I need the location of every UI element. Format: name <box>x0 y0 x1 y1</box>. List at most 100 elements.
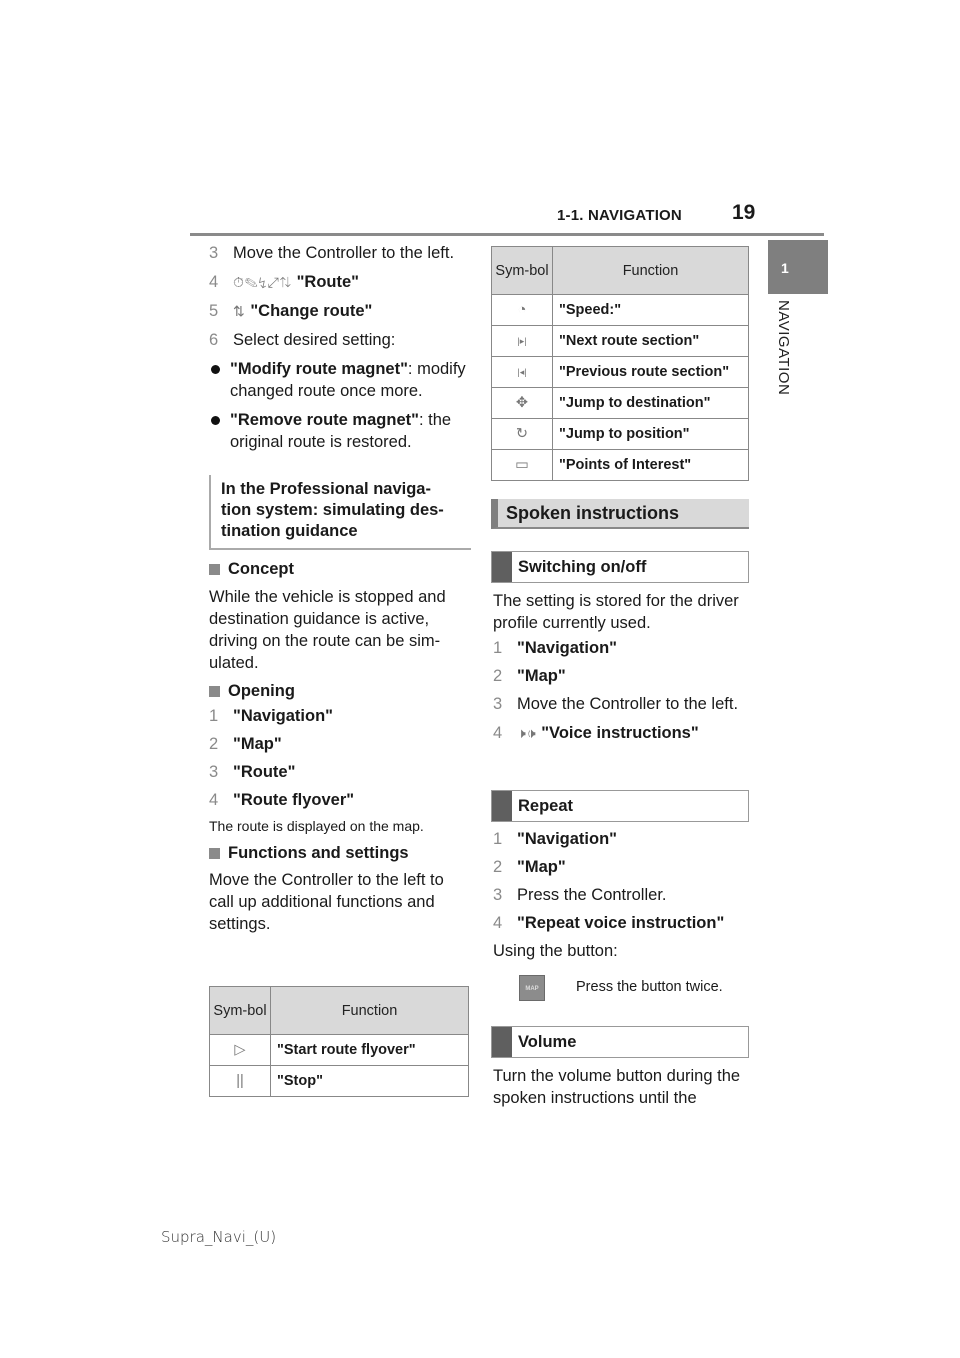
subheading-text: Functions and settings <box>228 844 409 862</box>
step: 2 "Map" <box>493 665 755 687</box>
step-label: "Repeat voice instruction" <box>517 914 725 932</box>
step-number: 2 <box>209 735 219 753</box>
step: 4 ⏱✎↯⤢⇅ "Route" <box>209 271 471 293</box>
function-cell: "Speed:" <box>552 294 749 326</box>
heading-text: Volume <box>518 1033 577 1051</box>
subheading-concept: Concept <box>209 558 471 580</box>
step-label: "Map" <box>517 667 566 685</box>
chapter-tab: 1 <box>768 240 828 294</box>
heading-text: Switching on/off <box>518 558 647 576</box>
step-number: 6 <box>209 331 219 349</box>
square-bullet-icon <box>209 685 220 697</box>
step-number: 2 <box>493 667 503 685</box>
step: 1 "Navigation" <box>493 637 755 659</box>
map-button-icon: MAP <box>519 975 545 1001</box>
repeat-section: 1 "Navigation" 2 "Map" 3 Press the Controll… <box>493 828 755 962</box>
bullet-item: "Modify route magnet": modify changed ro… <box>209 358 471 402</box>
step: 3 "Route" <box>209 761 471 783</box>
step: 6 Select desired setting: <box>209 329 471 351</box>
step-label: "Route" <box>233 763 296 781</box>
step-number: 1 <box>209 707 219 725</box>
step: 3 Press the Controller. <box>493 884 755 906</box>
play-outline-icon: ▷ <box>209 1034 271 1066</box>
jump-position-icon: ↻ <box>491 418 553 450</box>
step-number: 5 <box>209 302 219 320</box>
points-of-interest-icon: ▭ <box>491 449 553 481</box>
function-cell: "Jump to destination" <box>552 387 749 419</box>
concept-text: While the vehicle is stopped and destina… <box>209 588 446 672</box>
subheading-text: Opening <box>228 682 295 700</box>
step-number: 3 <box>209 244 219 262</box>
function-cell: "Jump to position" <box>552 418 749 450</box>
step: 5 ⇅ "Change route" <box>209 300 471 322</box>
speaker-icons: 🕨🕩 <box>517 725 537 741</box>
col-function: Function <box>270 986 469 1035</box>
subheading-opening: Opening <box>209 680 471 702</box>
step: 4 "Repeat voice instruction" <box>493 912 755 934</box>
press-twice-text: Press the button twice. <box>576 979 723 995</box>
bullet-dot <box>211 416 220 425</box>
header-rule <box>190 233 824 236</box>
step-number: 1 <box>493 830 503 848</box>
flyover-table: Sym-bol Function ▷ "Start route flyover"… <box>209 986 469 1097</box>
step-number: 4 <box>493 914 503 932</box>
route-menu-icons: ⏱✎↯⤢⇅ <box>233 274 292 290</box>
page-number: 19 <box>732 201 756 224</box>
step: 1 "Navigation" <box>209 705 471 727</box>
subheading-functions: Functions and settings <box>209 842 471 864</box>
step-number: 2 <box>493 858 503 876</box>
step-text: Press the Controller. <box>517 886 667 904</box>
bullet-bold: "Remove route magnet" <box>230 411 419 429</box>
heading-marker <box>492 552 512 582</box>
col-symbol: Sym-bol <box>209 986 271 1035</box>
chapter-number: 1 <box>781 260 789 276</box>
square-bullet-icon <box>209 563 220 575</box>
bullet-item: "Remove route magnet": the original rout… <box>209 409 471 453</box>
step-text: Move the Controller to the left. <box>233 244 455 262</box>
step: 1 "Navigation" <box>493 828 755 850</box>
side-label-text: NAVIGATION <box>775 300 792 396</box>
step-number: 1 <box>493 639 503 657</box>
step-number: 4 <box>209 791 219 809</box>
function-cell: "Points of Interest" <box>552 449 749 481</box>
step-number: 3 <box>493 886 503 904</box>
left-column: 3 Move the Controller to the left. 4 ⏱✎↯… <box>209 242 471 935</box>
speedometer-icon: ◔ <box>491 294 553 326</box>
step-label: "Map" <box>517 858 566 876</box>
step-label: "Route" <box>296 273 359 291</box>
step-number: 4 <box>493 724 503 742</box>
switching-heading: Switching on/off <box>491 551 749 583</box>
step-label: "Navigation" <box>517 639 617 657</box>
change-route-icon: ⇅ <box>233 303 246 319</box>
functions-text: Move the Controller to the left to call … <box>209 871 444 933</box>
step-label: "Navigation" <box>517 830 617 848</box>
heading-marker <box>492 1027 512 1057</box>
col-function: Function <box>552 246 749 295</box>
step: 3 Move the Controller to the left. <box>493 693 755 715</box>
note-text: The route is displayed on the map. <box>209 818 424 834</box>
bullet-dot <box>211 365 220 374</box>
step-label: "Voice instructions" <box>541 724 699 742</box>
step: 2 "Map" <box>493 856 755 878</box>
function-cell: "Stop" <box>270 1065 469 1097</box>
step-number: 3 <box>209 763 219 781</box>
previous-section-icon: |◂| <box>491 356 553 388</box>
section-heading: In the Professional naviga-tion system: … <box>209 475 471 550</box>
functions-table: Sym-bol Function ◔ "Speed:" |▸| "Next rout… <box>491 246 749 481</box>
switching-section: The setting is stored for the driver pro… <box>493 590 755 744</box>
section-title: 1-1. NAVIGATION <box>557 207 682 224</box>
col-symbol: Sym-bol <box>491 246 553 295</box>
step-number: 3 <box>493 695 503 713</box>
square-bullet-icon <box>209 847 220 859</box>
heading-text: Repeat <box>518 797 574 815</box>
next-section-icon: |▸| <box>491 325 553 357</box>
volume-heading: Volume <box>491 1026 749 1058</box>
volume-text: Turn the volume button during the spoken… <box>493 1067 741 1107</box>
step-label: "Navigation" <box>233 707 333 725</box>
repeat-heading: Repeat <box>491 790 749 822</box>
heading-marker <box>492 791 512 821</box>
step-text: Select desired setting: <box>233 331 396 349</box>
step-text: Move the Controller to the left. <box>517 695 739 713</box>
spoken-instructions-heading: Spoken instructions <box>491 499 749 529</box>
step: 4 "Route flyover" <box>209 789 471 811</box>
